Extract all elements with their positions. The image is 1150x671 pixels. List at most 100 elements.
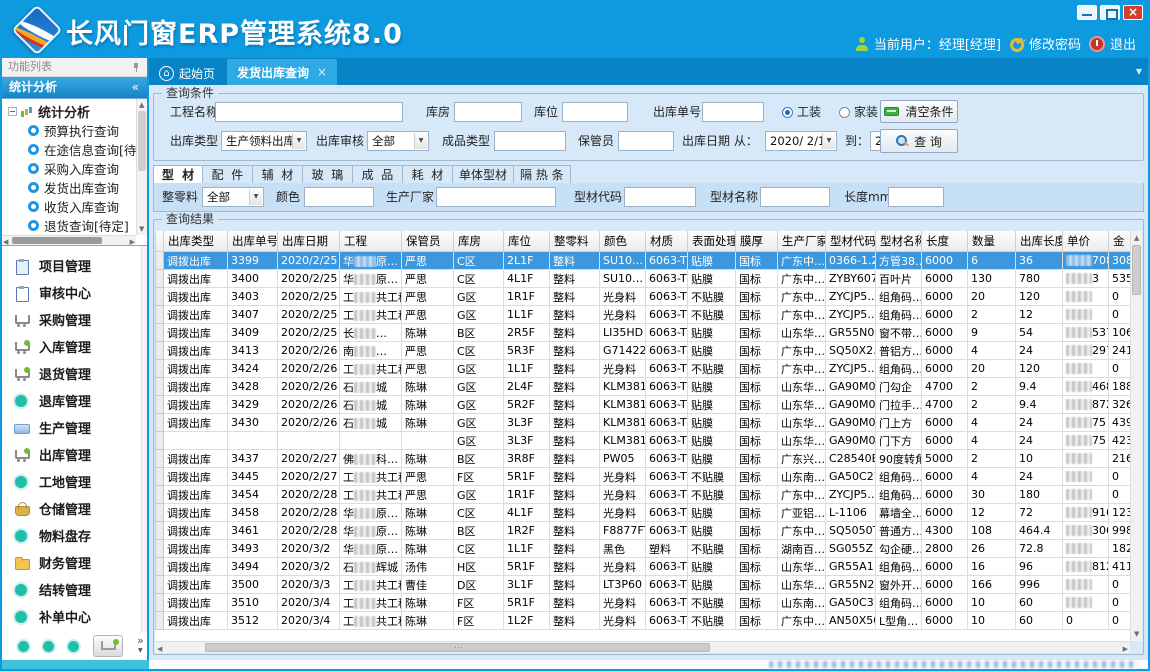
radio-jiazhuang[interactable]: 家装 xyxy=(839,102,878,122)
column-header[interactable]: 表面处理 xyxy=(688,231,736,252)
table-row[interactable]: G区3L3F整料KLM38176063-T5贴膜国标山东华…GA90M09…门下… xyxy=(156,432,1131,450)
table-row[interactable]: 调拨出库34132020/2/26南…严思C区5R3F整料G714226063-… xyxy=(156,342,1131,360)
column-header[interactable]: 长度 xyxy=(922,231,968,252)
scroll-right-icon[interactable] xyxy=(130,237,135,246)
subtab-单体型材[interactable]: 单体型材 xyxy=(453,165,514,184)
subtab-隔热条[interactable]: 隔 热 条 xyxy=(514,165,571,184)
profile-code-input[interactable] xyxy=(624,187,696,207)
scrollbar-thumb[interactable] xyxy=(205,643,710,652)
table-row[interactable]: 调拨出库34932020/3/2华原…陈琳C区1L1F整料黑色塑料不贴膜国标湖南… xyxy=(156,540,1131,558)
column-header[interactable]: 型材名称 xyxy=(876,231,922,252)
search-button[interactable]: 查 询 xyxy=(880,129,958,153)
sidebar-item-退库管理[interactable]: 退库管理 xyxy=(2,387,147,414)
clear-conditions-button[interactable]: 清空条件 xyxy=(880,100,958,123)
order-no-input[interactable] xyxy=(702,102,764,122)
subtab-辅材[interactable]: 辅 材 xyxy=(253,165,303,184)
subtab-成品[interactable]: 成 品 xyxy=(353,165,403,184)
column-header[interactable]: 库房 xyxy=(454,231,504,252)
table-row[interactable]: 调拨出库34942020/3/2石辉城汤伟H区5R1F整料光身料6063-T5贴… xyxy=(156,558,1131,576)
sidebar-item-入库管理[interactable]: 入库管理 xyxy=(2,333,147,360)
scroll-left-icon[interactable] xyxy=(157,644,162,654)
quick-dot-icon[interactable] xyxy=(68,641,79,652)
sidebar-item-退货管理[interactable]: 退货管理 xyxy=(2,360,147,387)
more-chevron-icon[interactable] xyxy=(137,637,144,655)
column-header[interactable]: 材质 xyxy=(646,231,688,252)
column-header[interactable]: 颜色 xyxy=(600,231,646,252)
table-row[interactable]: 调拨出库34002020/2/25华原…严思C区4L1F整料SU10…6063-… xyxy=(156,270,1131,288)
tab-home[interactable]: 起始页 xyxy=(149,61,227,85)
subtab-配件[interactable]: 配 件 xyxy=(203,165,253,184)
column-header[interactable]: 型材代码 xyxy=(826,231,876,252)
column-header[interactable]: 膜厚 xyxy=(736,231,778,252)
audit-select[interactable]: 全部 xyxy=(367,131,429,151)
column-header[interactable]: 金 xyxy=(1109,231,1131,252)
table-row[interactable]: 调拨出库34032020/2/25工共工程严思G区1R1F整料光身料6063-T… xyxy=(156,288,1131,306)
table-row[interactable]: 调拨出库34452020/2/27工共工程严思F区5R1F整料光身料6063-T… xyxy=(156,468,1131,486)
tab-close-icon[interactable]: × xyxy=(317,65,327,79)
tree-root-node[interactable]: 统计分析 xyxy=(2,101,136,121)
maker-input[interactable] xyxy=(436,187,556,207)
column-header[interactable]: 保管员 xyxy=(402,231,454,252)
tree-expander-icon[interactable] xyxy=(8,107,17,116)
column-header[interactable]: 出库单号 xyxy=(228,231,278,252)
table-row[interactable]: 调拨出库34292020/2/26石城陈琳G区5R2F整料KLM38176063… xyxy=(156,396,1131,414)
table-row[interactable]: 调拨出库34542020/2/28工共工程严思G区1R1F整料光身料6063-T… xyxy=(156,486,1131,504)
table-row[interactable]: 调拨出库34372020/2/27佛科…陈琳B区3R8F整料PW056063-T… xyxy=(156,450,1131,468)
maximize-button[interactable] xyxy=(1100,5,1120,20)
sidebar-item-结转管理[interactable]: 结转管理 xyxy=(2,576,147,603)
scroll-right-icon[interactable] xyxy=(1123,644,1128,654)
pin-icon[interactable] xyxy=(132,63,140,72)
close-button[interactable]: × xyxy=(1123,5,1143,20)
sidebar-item-仓储管理[interactable]: 仓储管理 xyxy=(2,495,147,522)
keeper-input[interactable] xyxy=(618,131,674,151)
scrollbar-thumb[interactable] xyxy=(12,237,102,244)
color-input[interactable] xyxy=(304,187,374,207)
quick-dot-icon[interactable] xyxy=(43,641,54,652)
table-row[interactable]: 调拨出库34092020/2/25长…陈琳B区2R5F整料LI35HD6063-… xyxy=(156,324,1131,342)
tree-item[interactable]: 采购入库查询 xyxy=(2,159,136,178)
grid-vertical-scrollbar[interactable] xyxy=(1130,231,1142,641)
scroll-up-icon[interactable] xyxy=(1134,233,1139,243)
scroll-down-icon[interactable] xyxy=(1134,629,1139,639)
table-row[interactable]: 调拨出库33992020/2/25华原…严思C区2L1F整料SU10…6063-… xyxy=(156,252,1131,270)
tree-item[interactable]: 预算执行查询 xyxy=(2,121,136,140)
profile-name-input[interactable] xyxy=(760,187,830,207)
menu-scrollbar[interactable] xyxy=(141,246,147,632)
table-row[interactable]: 调拨出库34612020/2/28华原…陈琳B区1R2F整料F8877FT606… xyxy=(156,522,1131,540)
out-type-select[interactable]: 生产领料出库 xyxy=(221,131,307,151)
sidebar-item-审核中心[interactable]: 审核中心 xyxy=(2,279,147,306)
column-header[interactable]: 生产厂家 xyxy=(778,231,826,252)
location-input[interactable] xyxy=(562,102,628,122)
table-row[interactable]: 调拨出库35102020/3/4工共工程陈琳F区5R1F整料光身料6063-T5… xyxy=(156,594,1131,612)
project-name-input[interactable] xyxy=(215,102,403,122)
column-header[interactable]: 工程 xyxy=(340,231,402,252)
table-row[interactable]: 调拨出库34302020/2/26石城陈琳G区3L3F整料KLM38176063… xyxy=(156,414,1131,432)
column-header[interactable]: 出库日期 xyxy=(278,231,340,252)
tab-overflow-icon[interactable] xyxy=(1136,67,1142,76)
date-from-picker[interactable]: 2020/ 2/16 xyxy=(765,131,837,151)
minimize-button[interactable] xyxy=(1077,5,1097,20)
collapse-icon[interactable]: « xyxy=(132,77,139,98)
subtab-耗材[interactable]: 耗 材 xyxy=(403,165,453,184)
column-header[interactable]: 出库长度 xyxy=(1016,231,1063,252)
whole-part-select[interactable]: 全部 xyxy=(202,187,264,207)
sidebar-item-出库管理[interactable]: 出库管理 xyxy=(2,441,147,468)
column-header[interactable]: 整零料 xyxy=(550,231,600,252)
tree-item[interactable]: 发货出库查询 xyxy=(2,178,136,197)
table-row[interactable]: 调拨出库34072020/2/25工共工程严思G区1L1F整料光身料6063-T… xyxy=(156,306,1131,324)
column-header[interactable]: 单价 xyxy=(1063,231,1109,252)
subtab-型材[interactable]: 型 材 xyxy=(153,165,203,184)
sidebar-item-采购管理[interactable]: 采购管理 xyxy=(2,306,147,333)
tree-item[interactable]: 在途信息查询[待 xyxy=(2,140,136,159)
sidebar-item-生产管理[interactable]: 生产管理 xyxy=(2,414,147,441)
sidebar-item-项目管理[interactable]: 项目管理 xyxy=(2,252,147,279)
table-row[interactable]: 调拨出库34242020/2/26工共工程严思G区1L1F整料光身料6063-T… xyxy=(156,360,1131,378)
change-password-button[interactable]: 修改密码 xyxy=(1009,34,1081,53)
quick-dot-icon[interactable] xyxy=(18,641,29,652)
tree-vertical-scrollbar[interactable] xyxy=(136,99,147,235)
tree-item[interactable]: 收货入库查询 xyxy=(2,197,136,216)
tree-item[interactable]: 退货查询[待定] xyxy=(2,216,136,235)
sidebar-item-工地管理[interactable]: 工地管理 xyxy=(2,468,147,495)
column-header[interactable]: 出库类型 xyxy=(164,231,228,252)
table-row[interactable]: 调拨出库35002020/3/3工共工程曹佳D区3L1F整料LT3P606063… xyxy=(156,576,1131,594)
